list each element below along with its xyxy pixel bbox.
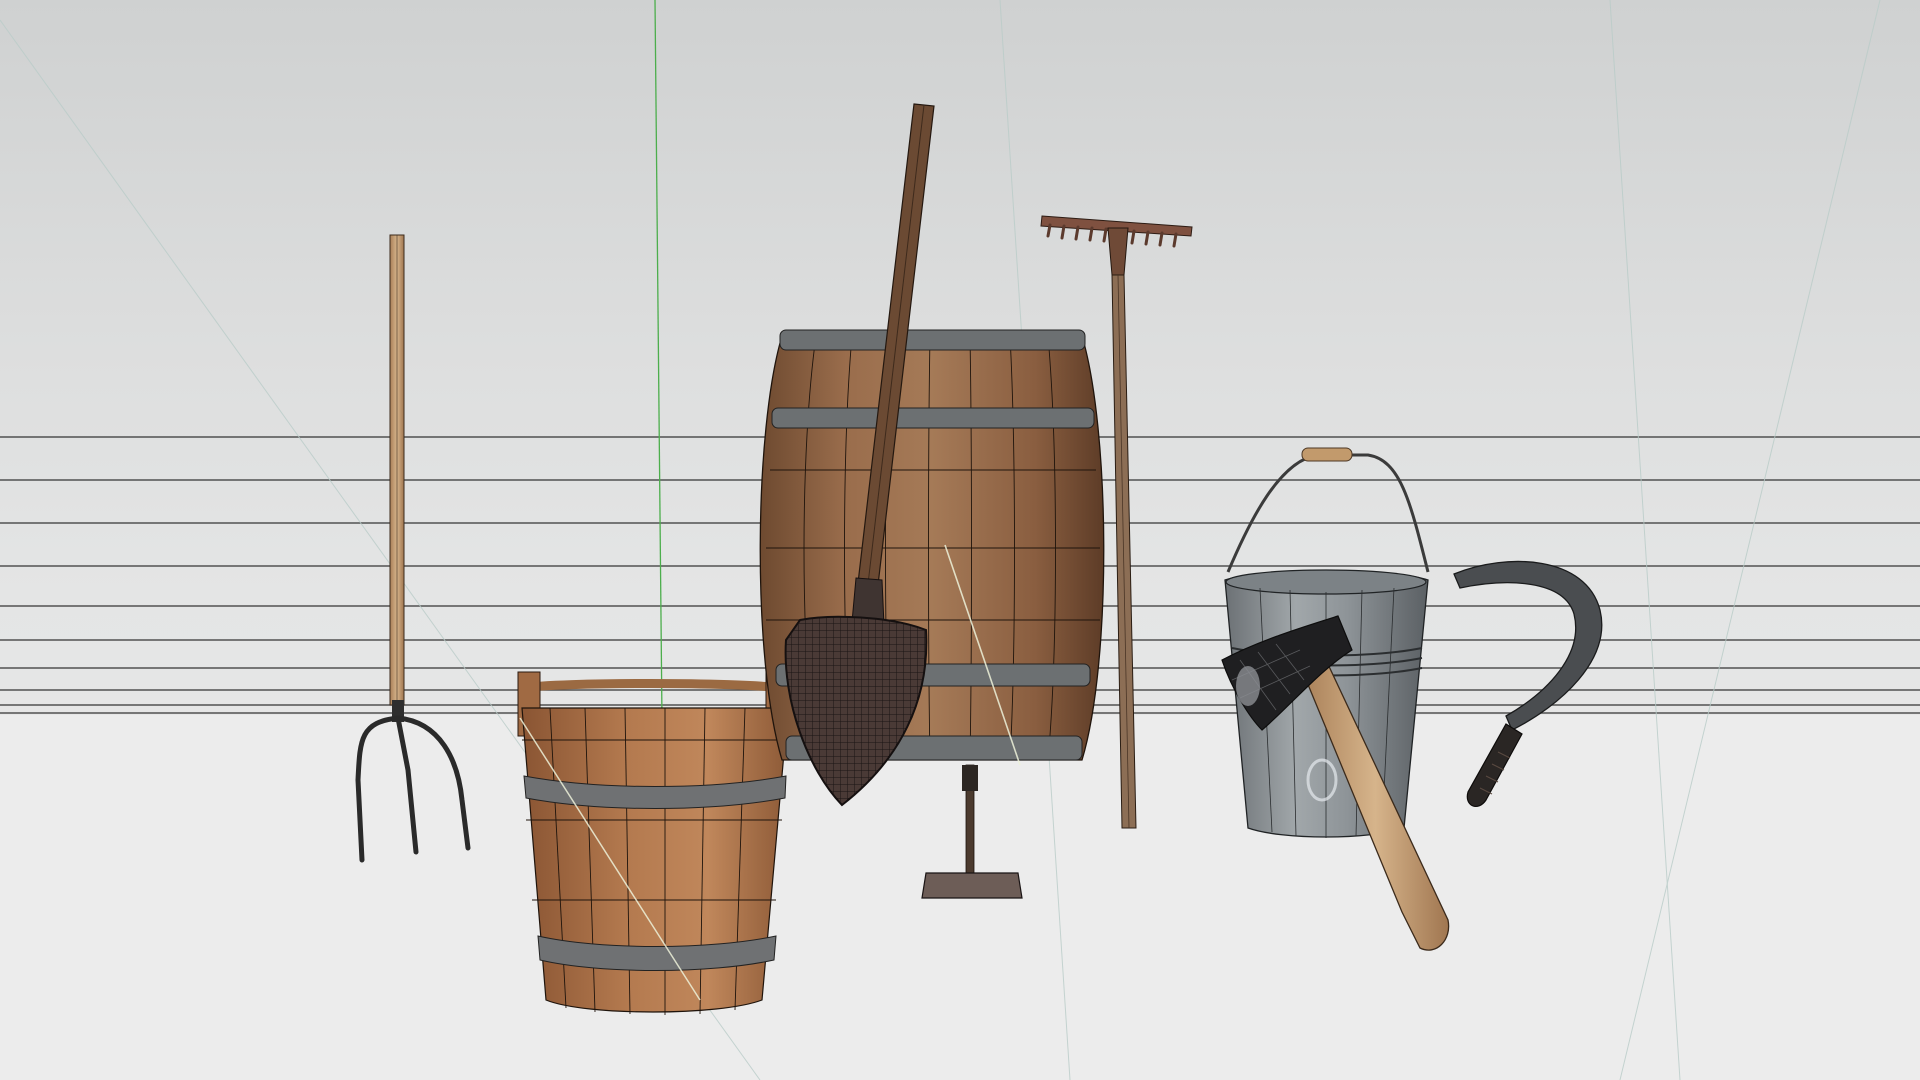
viewport-canvas (0, 0, 1920, 1080)
3d-viewport[interactable] (0, 0, 1920, 1080)
wooden-bucket-icon[interactable] (517, 671, 789, 1015)
